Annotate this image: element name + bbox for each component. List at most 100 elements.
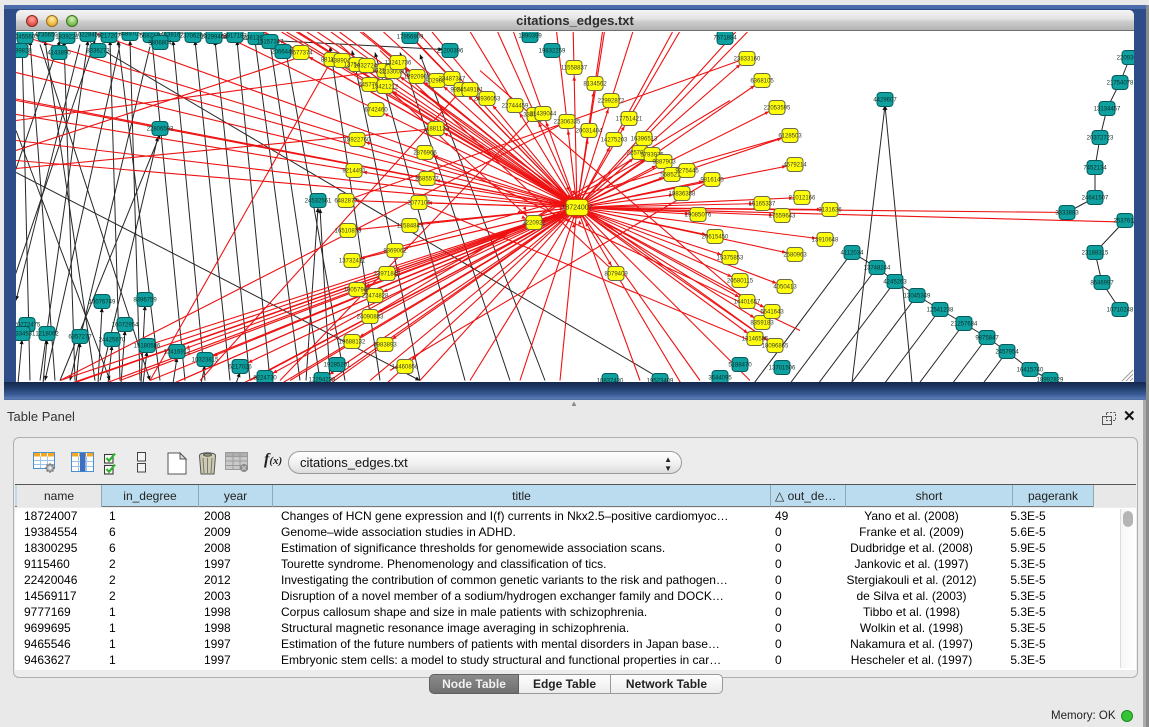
svg-text:13045349: 13045349: [904, 294, 931, 300]
svg-text:23487347: 23487347: [439, 77, 466, 83]
svg-text:13701506: 13701506: [769, 366, 796, 372]
svg-text:8359183: 8359183: [750, 321, 774, 327]
svg-text:17956909: 17956909: [397, 35, 424, 41]
svg-text:9983893: 9983893: [373, 343, 397, 349]
svg-text:5188470: 5188470: [728, 363, 752, 369]
svg-text:22744459: 22744459: [502, 104, 529, 110]
svg-text:8079409: 8079409: [604, 272, 628, 278]
svg-text:4679214: 4679214: [783, 163, 807, 169]
svg-text:1218062: 1218062: [35, 332, 59, 338]
svg-text:10334531: 10334531: [16, 332, 36, 338]
svg-text:12416912: 12416912: [164, 350, 191, 356]
svg-text:4112034: 4112034: [841, 251, 865, 257]
svg-text:1890399: 1890399: [518, 34, 542, 40]
svg-text:12541238: 12541238: [927, 308, 954, 314]
svg-text:23971842: 23971842: [374, 272, 401, 278]
svg-text:13134457: 13134457: [1094, 107, 1121, 113]
svg-text:2537611: 2537611: [1114, 219, 1134, 225]
svg-text:22992872: 22992872: [598, 99, 625, 105]
svg-text:13241736: 13241736: [385, 61, 412, 67]
svg-text:19085076: 19085076: [685, 213, 712, 219]
svg-text:13748244: 13748244: [864, 266, 891, 272]
svg-text:8646997: 8646997: [1090, 281, 1114, 287]
svg-text:13910648: 13910648: [812, 238, 839, 244]
svg-text:2876966: 2876966: [413, 151, 437, 157]
svg-text:11558837: 11558837: [561, 66, 588, 72]
svg-text:6482877: 6482877: [334, 199, 358, 205]
svg-text:4429607: 4429607: [873, 98, 897, 104]
svg-text:19688132: 19688132: [339, 340, 366, 346]
svg-text:16415740: 16415740: [1017, 368, 1044, 374]
svg-text:3333883: 3333883: [1055, 211, 1079, 217]
svg-text:8224730: 8224730: [253, 376, 277, 382]
svg-text:21012166: 21012166: [789, 196, 816, 202]
svg-text:15076749: 15076749: [89, 300, 116, 306]
svg-text:22053595: 22053595: [764, 106, 791, 112]
svg-text:8336273: 8336273: [86, 49, 110, 55]
svg-text:15180586: 15180586: [134, 344, 161, 350]
svg-text:8806804: 8806804: [148, 41, 172, 47]
svg-text:19523409: 19523409: [647, 379, 674, 383]
svg-text:10323815: 10323815: [192, 358, 219, 364]
svg-text:3677374: 3677374: [289, 51, 313, 57]
svg-text:8685577: 8685577: [415, 177, 439, 183]
svg-text:3644095: 3644095: [708, 376, 732, 382]
svg-text:8134562: 8134562: [583, 82, 607, 88]
svg-text:5641643: 5641643: [760, 310, 784, 316]
svg-text:9275445: 9275445: [675, 169, 699, 175]
svg-text:20372723: 20372723: [1087, 136, 1114, 142]
svg-text:24425670: 24425670: [99, 338, 126, 344]
svg-text:16396513: 16396513: [631, 137, 658, 143]
svg-text:6368105: 6368105: [750, 79, 774, 85]
svg-text:8369062: 8369062: [383, 249, 407, 255]
svg-text:23188315: 23188315: [1082, 251, 1109, 257]
svg-text:14401657: 14401657: [734, 300, 761, 306]
svg-text:19836388: 19836388: [669, 192, 696, 198]
svg-text:2580963: 2580963: [783, 253, 807, 259]
svg-text:21257684: 21257684: [951, 322, 978, 328]
svg-text:23936053: 23936053: [474, 97, 501, 103]
svg-text:4245263: 4245263: [883, 280, 907, 286]
svg-text:20031404: 20031404: [576, 129, 603, 135]
svg-text:10837430: 10837430: [597, 379, 624, 383]
svg-text:11584847: 11584847: [397, 224, 424, 230]
svg-text:6357277: 6357277: [68, 335, 92, 341]
svg-text:3220921: 3220921: [522, 221, 546, 227]
svg-text:18096865: 18096865: [762, 344, 789, 350]
svg-text:14275203: 14275203: [601, 138, 628, 144]
svg-text:21754078: 21754078: [1107, 81, 1134, 87]
svg-text:19832259: 19832259: [539, 49, 566, 55]
svg-text:4050413: 4050413: [773, 285, 797, 291]
svg-text:6217026: 6217026: [228, 365, 252, 371]
svg-text:15165337: 15165337: [749, 202, 776, 208]
svg-text:9214491: 9214491: [342, 169, 366, 175]
svg-text:13146585: 13146585: [742, 337, 769, 343]
svg-text:12294238: 12294238: [309, 378, 336, 383]
svg-text:16072954: 16072954: [112, 323, 139, 329]
svg-text:22093651: 22093651: [1117, 56, 1134, 62]
svg-text:24641507: 24641507: [1082, 196, 1109, 202]
svg-text:18992829: 18992829: [1037, 378, 1064, 383]
svg-text:6128503: 6128503: [778, 134, 802, 140]
svg-text:15375853: 15375853: [717, 256, 744, 262]
svg-text:18922760: 18922760: [344, 138, 371, 144]
svg-text:13732411: 13732411: [339, 259, 366, 265]
svg-text:10710248: 10710248: [1107, 308, 1134, 314]
svg-text:7671884: 7671884: [713, 36, 737, 42]
svg-text:3131636: 3131636: [818, 208, 842, 214]
svg-text:2457954: 2457954: [995, 350, 1019, 356]
svg-text:7452134: 7452134: [1083, 166, 1107, 172]
svg-text:9887903: 9887903: [652, 160, 676, 166]
svg-text:21200396: 21200396: [437, 49, 464, 55]
svg-text:22306335: 22306335: [554, 120, 581, 126]
svg-text:19285201: 19285201: [324, 363, 351, 369]
svg-text:8396759: 8396759: [133, 298, 157, 304]
svg-text:17751421: 17751421: [616, 117, 643, 123]
svg-text:9875847: 9875847: [975, 336, 999, 342]
svg-text:2077105: 2077105: [407, 201, 431, 207]
svg-text:20615450: 20615450: [702, 235, 729, 241]
svg-text:20580115: 20580115: [727, 279, 754, 285]
svg-text:22806503: 22806503: [147, 127, 174, 133]
svg-text:23833160: 23833160: [734, 57, 761, 63]
svg-text:14460856: 14460856: [392, 365, 419, 371]
